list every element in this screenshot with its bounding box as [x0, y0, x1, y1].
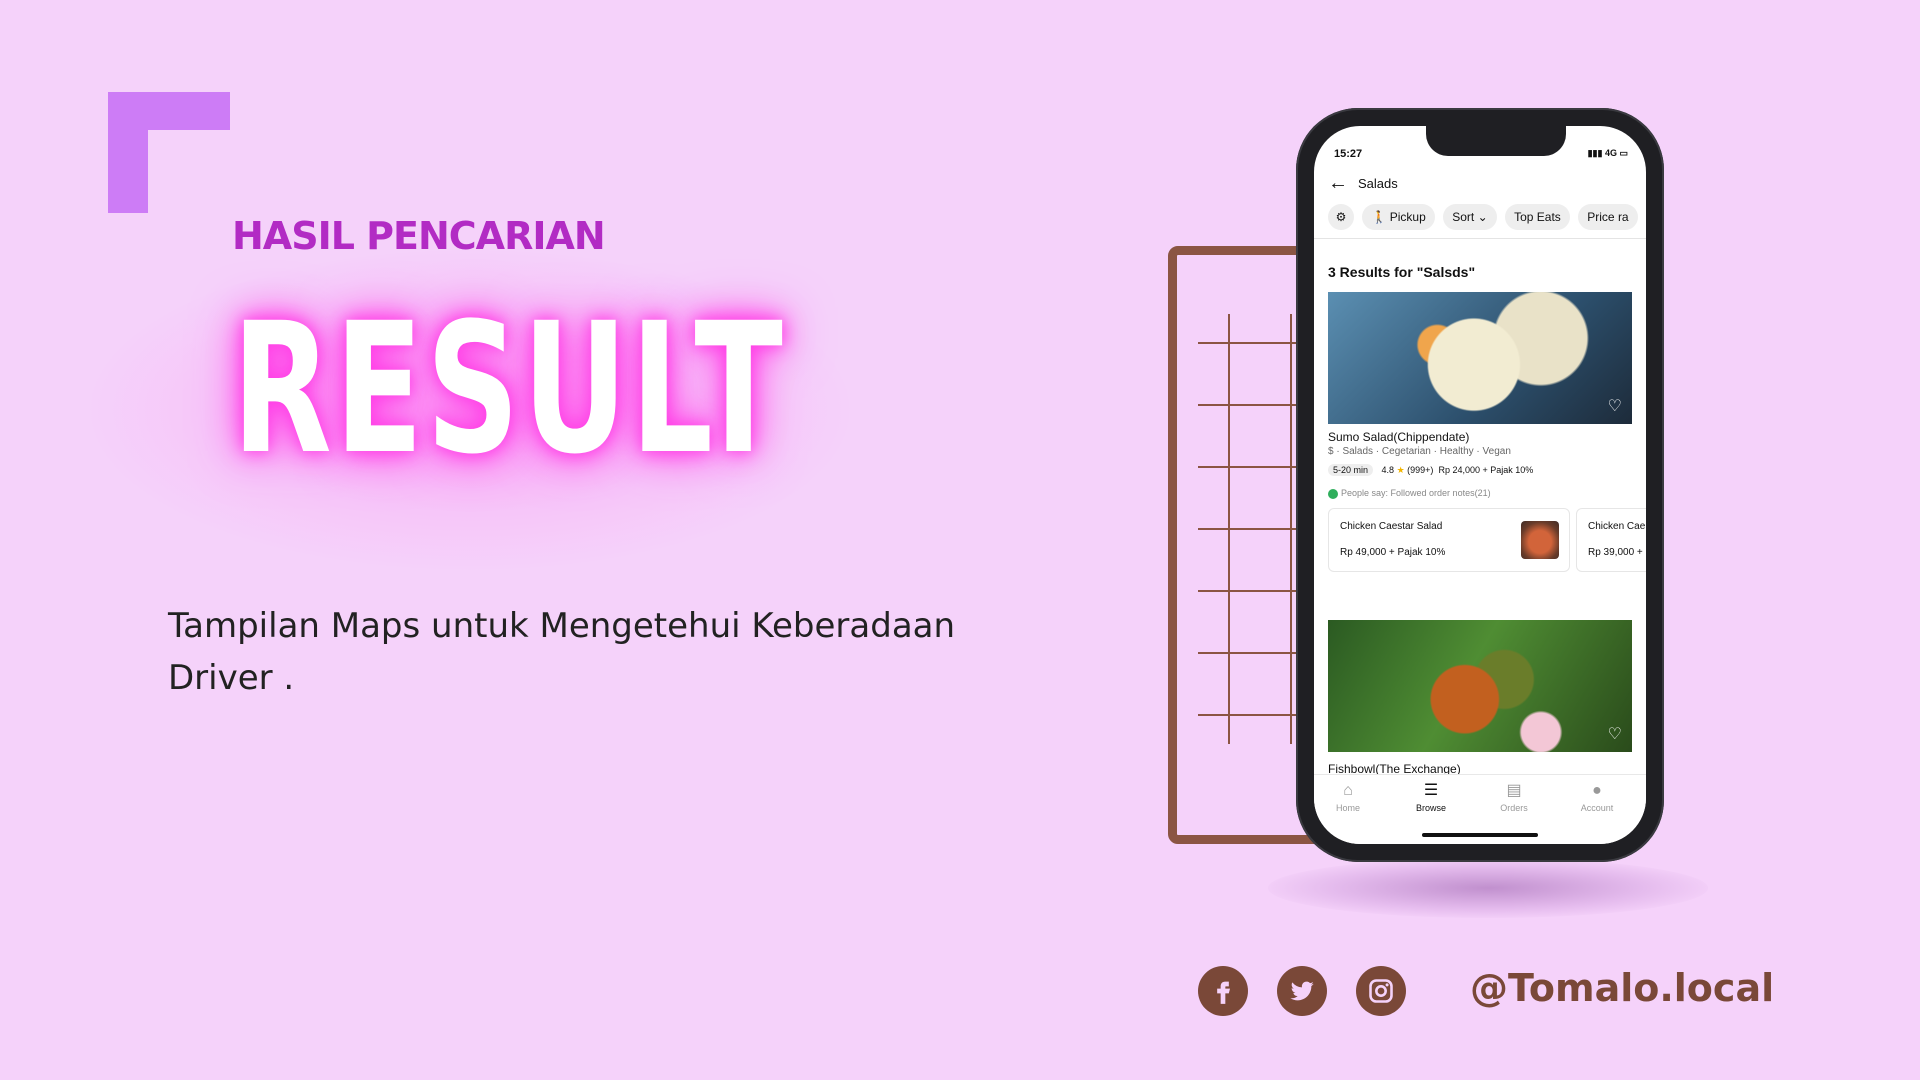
slide-description: Tampilan Maps untuk Mengetehui Keberadaa…	[168, 606, 956, 698]
filter-icon[interactable]: ⚙	[1328, 204, 1354, 230]
filter-chips: ⚙ 🚶 Pickup Sort ⌄ Top Eats Price ra	[1328, 204, 1646, 232]
restaurant-meta: 5-20 min 4.8 ★ (999+) Rp 24,000 + Pajak …	[1328, 464, 1533, 476]
heart-icon[interactable]: ♡	[1608, 396, 1622, 416]
chip-top-eats[interactable]: Top Eats	[1505, 204, 1570, 230]
results-heading: 3 Results for "Salsds"	[1328, 264, 1476, 280]
dish-name: Chicken Cae	[1588, 521, 1646, 532]
delivery-time: 5-20 min	[1328, 464, 1374, 476]
dish-image	[1521, 521, 1559, 559]
chip-sort[interactable]: Sort ⌄	[1443, 204, 1497, 230]
tab-account[interactable]: ● Account	[1567, 781, 1627, 813]
restaurant-tags: $ · Salads · Cegetarian · Healthy · Vega…	[1328, 446, 1511, 457]
grid-line	[1290, 314, 1292, 744]
orders-icon: ▤	[1506, 782, 1522, 799]
tab-browse[interactable]: ☰ Browse	[1401, 781, 1461, 813]
star-icon: ★	[1396, 465, 1405, 475]
home-icon: ⌂	[1343, 782, 1353, 799]
back-arrow-icon[interactable]: ←	[1328, 172, 1348, 195]
instagram-icon[interactable]	[1356, 966, 1406, 1016]
phone-screen: 15:27 ▮▮▮ 4G ▭ ← Salads ⚙ 🚶 Pickup Sort …	[1314, 126, 1646, 844]
comment-icon	[1328, 488, 1338, 499]
heart-icon[interactable]: ♡	[1608, 724, 1622, 744]
dish-price: Rp 49,000 + Pajak 10%	[1340, 547, 1446, 558]
dish-card[interactable]: Chicken Caestar Salad Rp 49,000 + Pajak …	[1328, 508, 1570, 572]
slide-headline: RESULT	[232, 285, 786, 494]
social-handle: @Tomalo.local	[1470, 966, 1775, 1010]
dish-name: Chicken Caestar Salad	[1340, 521, 1443, 532]
home-indicator	[1422, 833, 1538, 837]
browse-icon: ☰	[1423, 782, 1439, 799]
search-header: ← Salads	[1328, 172, 1638, 196]
tab-orders[interactable]: ▤ Orders	[1484, 781, 1544, 813]
restaurant-photo[interactable]: ♡	[1328, 620, 1632, 752]
review-count: (999+)	[1407, 465, 1434, 475]
search-title: Salads	[1358, 176, 1398, 191]
status-bar: 15:27 ▮▮▮ 4G ▭	[1314, 148, 1646, 164]
chip-price-range[interactable]: Price ra	[1578, 204, 1638, 230]
walk-icon: 🚶	[1371, 210, 1387, 224]
divider	[1314, 238, 1646, 239]
chevron-down-icon: ⌄	[1477, 210, 1488, 224]
phone-mockup: 15:27 ▮▮▮ 4G ▭ ← Salads ⚙ 🚶 Pickup Sort …	[1296, 108, 1664, 862]
rating-value: 4.8	[1381, 465, 1395, 475]
dish-card[interactable]: Chicken Cae Rp 39,000 +	[1576, 508, 1646, 572]
tab-home[interactable]: ⌂ Home	[1318, 781, 1378, 813]
bottom-tab-bar: ⌂ Home ☰ Browse ▤ Orders ● Account	[1314, 774, 1646, 844]
restaurant-name[interactable]: Sumo Salad(Chippendate)	[1328, 430, 1469, 444]
facebook-icon[interactable]	[1198, 966, 1248, 1016]
status-network: ▮▮▮ 4G ▭	[1587, 148, 1628, 158]
grid-line	[1228, 314, 1230, 744]
chip-pickup[interactable]: 🚶 Pickup	[1362, 204, 1435, 230]
people-say-note: People say: Followed order notes(21)	[1328, 488, 1491, 499]
dish-price: Rp 39,000 +	[1588, 547, 1643, 558]
account-icon: ●	[1592, 782, 1602, 799]
phone-shadow	[1268, 858, 1708, 918]
twitter-icon[interactable]	[1277, 966, 1327, 1016]
delivery-fee: Rp 24,000 + Pajak 10%	[1438, 465, 1534, 475]
corner-bracket-side	[108, 92, 148, 213]
status-time: 15:27	[1334, 148, 1363, 160]
restaurant-photo[interactable]: ♡	[1328, 292, 1632, 424]
